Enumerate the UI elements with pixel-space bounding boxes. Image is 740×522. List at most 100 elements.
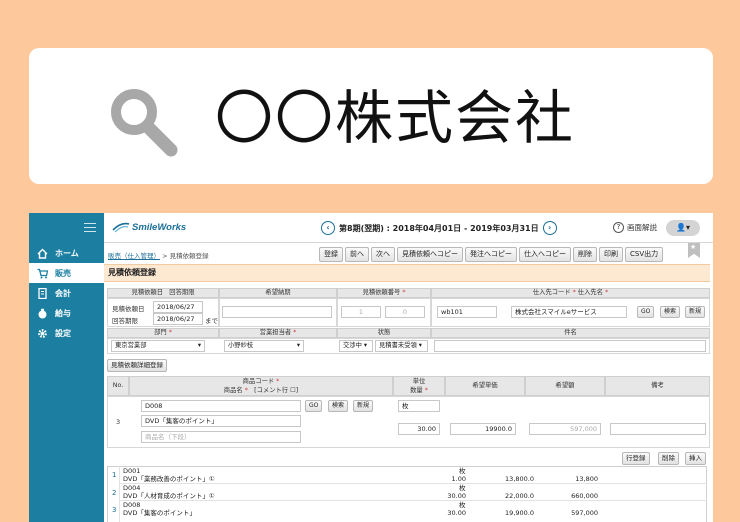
sidebar: ホーム 販売 会計 給与 設定 [29, 213, 104, 522]
list-divider [119, 466, 120, 522]
product-new-button[interactable]: 新規 [353, 400, 374, 412]
status-select-2[interactable]: 見積書未受領 ▾ [375, 340, 428, 352]
status-select-1[interactable]: 交渉中 ▾ [339, 340, 373, 352]
supplier-new-button[interactable]: 新規 [685, 306, 706, 318]
row-delete-button[interactable]: 削除 [658, 452, 679, 465]
row-insert-button[interactable]: 挿入 [685, 452, 706, 465]
price-input[interactable]: 19900.0 [450, 423, 516, 435]
product-name-lower-input[interactable]: 商品名（下段） [141, 431, 301, 443]
bookmark-icon[interactable]: ★ [688, 243, 700, 258]
sidebar-item-label: 給与 [55, 308, 71, 318]
sidebar-item-home[interactable]: ホーム [29, 243, 104, 263]
search-query-text: 〇〇株式会社 [215, 84, 576, 152]
list-name: DVD「業務改善のポイント」① [123, 475, 215, 483]
list-amount: 597,000 [571, 509, 598, 517]
sidebar-item-label: 設定 [55, 328, 71, 338]
header-no: No. [107, 376, 129, 396]
header-unit-qty: 単位 数量 * [393, 376, 445, 396]
supplier-search-button[interactable]: 検索 [660, 306, 681, 318]
department-select[interactable]: 東京営業部 ▾ [111, 340, 205, 352]
row-register-button[interactable]: 行登録 [622, 452, 650, 465]
help-link[interactable]: ? 画面解説 [613, 222, 657, 233]
subject-input[interactable] [434, 340, 706, 352]
list-divider [119, 500, 707, 501]
number-input-1[interactable]: 1 [341, 306, 381, 318]
app-window: ホーム 販売 会計 給与 設定 SmileWorks ‹ 第8期(翌期): 2… [29, 213, 713, 522]
header-amount: 希望額 [525, 376, 605, 396]
prev-button[interactable]: 前へ [345, 247, 369, 262]
register-button[interactable]: 登録 [319, 247, 343, 262]
answer-date-input[interactable]: 2018/06/27 [153, 313, 203, 325]
delete-button[interactable]: 削除 [573, 247, 597, 262]
toolbar: 登録 前へ 次へ 見積依頼へコピー 発注へコピー 仕入へコピー 削除 印刷 CS… [319, 247, 664, 262]
list-amount: 660,000 [571, 492, 598, 500]
header-date: 見積依頼日 回答期限 [107, 288, 219, 298]
list-price: 13,800.0 [505, 475, 534, 483]
help-label: 画面解説 [627, 223, 657, 232]
breadcrumb-link[interactable]: 販売（仕入管理） [108, 252, 160, 260]
detail-register-button[interactable]: 見積依頼詳細登録 [107, 359, 167, 372]
main-area: SmileWorks ‹ 第8期(翌期) : 2018年04月01日 - 201… [104, 213, 713, 522]
product-code-input[interactable]: D008 [141, 400, 301, 412]
sidebar-item-accounting[interactable]: 会計 [29, 283, 104, 303]
delivery-input[interactable] [222, 306, 332, 318]
print-button[interactable]: 印刷 [599, 247, 623, 262]
product-go-button[interactable]: GO [305, 400, 323, 412]
copy-to-purchase-button[interactable]: 仕入へコピー [519, 247, 571, 262]
detail-row-no: 3 [116, 418, 121, 426]
note-input[interactable] [610, 423, 706, 435]
page-title: 見積依頼登録 [104, 264, 710, 282]
list-code: D004 [123, 484, 141, 492]
prev-period-button[interactable]: ‹ [321, 221, 335, 235]
help-icon: ? [613, 222, 624, 233]
request-date-input[interactable]: 2018/06/27 [153, 301, 203, 313]
logo[interactable]: SmileWorks [112, 221, 186, 233]
number-input-2[interactable]: 0 [385, 306, 425, 318]
supplier-code-input[interactable]: wb101 [437, 306, 497, 318]
header-price: 希望単価 [445, 376, 525, 396]
sidebar-item-label: 販売 [55, 268, 71, 278]
breadcrumb-separator: > [160, 252, 170, 260]
request-date-label: 見積依頼日 [112, 305, 145, 313]
search-icon [108, 88, 188, 168]
copy-to-order-button[interactable]: 発注へコピー [465, 247, 517, 262]
period-text: 第8期(翌期) : 2018年04月01日 - 2019年03月31日 [339, 223, 539, 233]
list-row-no: 3 [112, 506, 117, 514]
list-code: D001 [123, 467, 141, 475]
unit-input[interactable]: 枚 [398, 400, 440, 412]
user-menu-button[interactable]: 👤▾ [666, 220, 700, 236]
until-label: まで [205, 317, 218, 325]
list-row-no: 1 [112, 471, 117, 479]
header-status: 状態 [337, 328, 431, 338]
product-search-button[interactable]: 検索 [328, 400, 349, 412]
amount-input[interactable]: 597,000 [529, 423, 601, 435]
topbar: SmileWorks ‹ 第8期(翌期) : 2018年04月01日 - 201… [104, 213, 713, 243]
header-subject: 件名 [431, 328, 710, 338]
staff-select[interactable]: 小野紗枝 ▾ [224, 340, 304, 352]
header-delivery: 希望納期 [219, 288, 337, 298]
product-name-input[interactable]: DVD「集客のポイント」 [141, 415, 301, 427]
next-period-button[interactable]: › [542, 221, 557, 235]
list-name: DVD「人材育成のポイント」① [123, 492, 215, 500]
qty-input[interactable]: 30.00 [398, 423, 440, 435]
gear-icon [37, 328, 48, 339]
csv-export-button[interactable]: CSV出力 [625, 247, 664, 262]
logo-text: SmileWorks [132, 221, 187, 233]
header-supplier: 仕入先コード * 仕入先名 * [431, 288, 710, 298]
header-department: 部門 * [107, 328, 219, 338]
supplier-go-button[interactable]: GO [637, 306, 655, 318]
list-price: 22,000.0 [505, 492, 534, 500]
header-note: 備考 [605, 376, 710, 396]
sidebar-item-settings[interactable]: 設定 [29, 323, 104, 343]
sidebar-item-sales[interactable]: 販売 [29, 263, 104, 283]
moneybag-icon [37, 308, 48, 319]
list-row-no: 2 [112, 489, 117, 497]
next-button[interactable]: 次へ [371, 247, 395, 262]
breadcrumb: 販売（仕入管理） > 見積依頼登録 [108, 250, 209, 260]
logo-icon [112, 222, 130, 233]
list-price: 19,900.0 [505, 509, 534, 517]
supplier-name-input[interactable]: 株式会社スマイルeサービス [511, 306, 627, 318]
copy-to-quote-request-button[interactable]: 見積依頼へコピー [397, 247, 463, 262]
sidebar-item-payroll[interactable]: 給与 [29, 303, 104, 323]
menu-icon[interactable] [84, 223, 96, 232]
